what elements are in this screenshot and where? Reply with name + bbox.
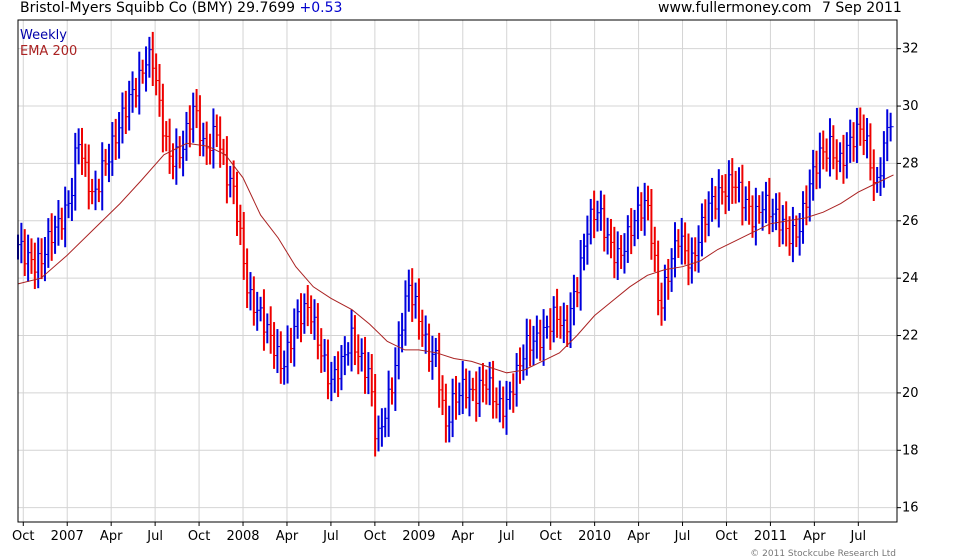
- y-tick-label: 26: [902, 214, 919, 229]
- x-tick-label: Jul: [674, 529, 691, 544]
- x-tick-label: Jul: [849, 529, 866, 544]
- price-chart: 16 18 20 22 24 26 28 30 32 Oct 2007 Apr Jul Oct 2008 Ap…: [12, 19, 919, 544]
- x-tick-label: 2010: [578, 529, 611, 544]
- legend-ema: EMA 200: [20, 44, 78, 59]
- x-tick-label: Oct: [188, 529, 210, 544]
- price-change: +0.53: [299, 0, 343, 16]
- x-tick-label: Jul: [146, 529, 163, 544]
- ticker-title: Bristol-Myers Squibb Co (BMY) 29.7699: [20, 0, 296, 16]
- x-tick-label: 2008: [226, 529, 259, 544]
- legend-weekly: Weekly: [20, 28, 67, 43]
- ema-200-line: [17, 142, 894, 374]
- y-tick-label: 16: [902, 501, 919, 516]
- y-tick-label: 24: [902, 271, 919, 286]
- x-tick-label: Apr: [452, 529, 475, 544]
- x-tick-label: Oct: [12, 529, 34, 544]
- x-tick-label: Oct: [715, 529, 737, 544]
- y-tick-label: 32: [902, 42, 919, 57]
- x-tick-label: Oct: [364, 529, 386, 544]
- site-url[interactable]: www.fullermoney.com: [658, 0, 812, 16]
- x-tick-label: 2007: [51, 529, 84, 544]
- chart-date: 7 Sep 2011: [822, 0, 902, 16]
- x-tick-label: 2009: [402, 529, 435, 544]
- y-tick-label: 20: [902, 386, 919, 401]
- x-tick-label: Apr: [100, 529, 123, 544]
- plot-frame: [17, 19, 898, 523]
- x-tick-label: Apr: [627, 529, 650, 544]
- y-tick-label: 28: [902, 156, 919, 171]
- grid: [18, 20, 897, 522]
- x-tick-label: Apr: [276, 529, 299, 544]
- copyright-notice: © 2011 Stockcube Research Ltd: [750, 549, 896, 559]
- chart-title: Bristol-Myers Squibb Co (BMY) 29.7699 +0…: [20, 0, 342, 16]
- x-tick-label: Apr: [803, 529, 826, 544]
- y-tick-label: 30: [902, 99, 919, 114]
- x-tick-label: Jul: [322, 529, 339, 544]
- x-tick-label: 2011: [754, 529, 787, 544]
- y-tick-label: 18: [902, 443, 919, 458]
- x-tick-label: Jul: [498, 529, 515, 544]
- x-tick-label: Oct: [539, 529, 561, 544]
- y-tick-label: 22: [902, 329, 919, 344]
- axis-ticks: 16 18 20 22 24 26 28 30 32 Oct 2007 Apr Jul Oct 2008 Ap…: [12, 42, 919, 544]
